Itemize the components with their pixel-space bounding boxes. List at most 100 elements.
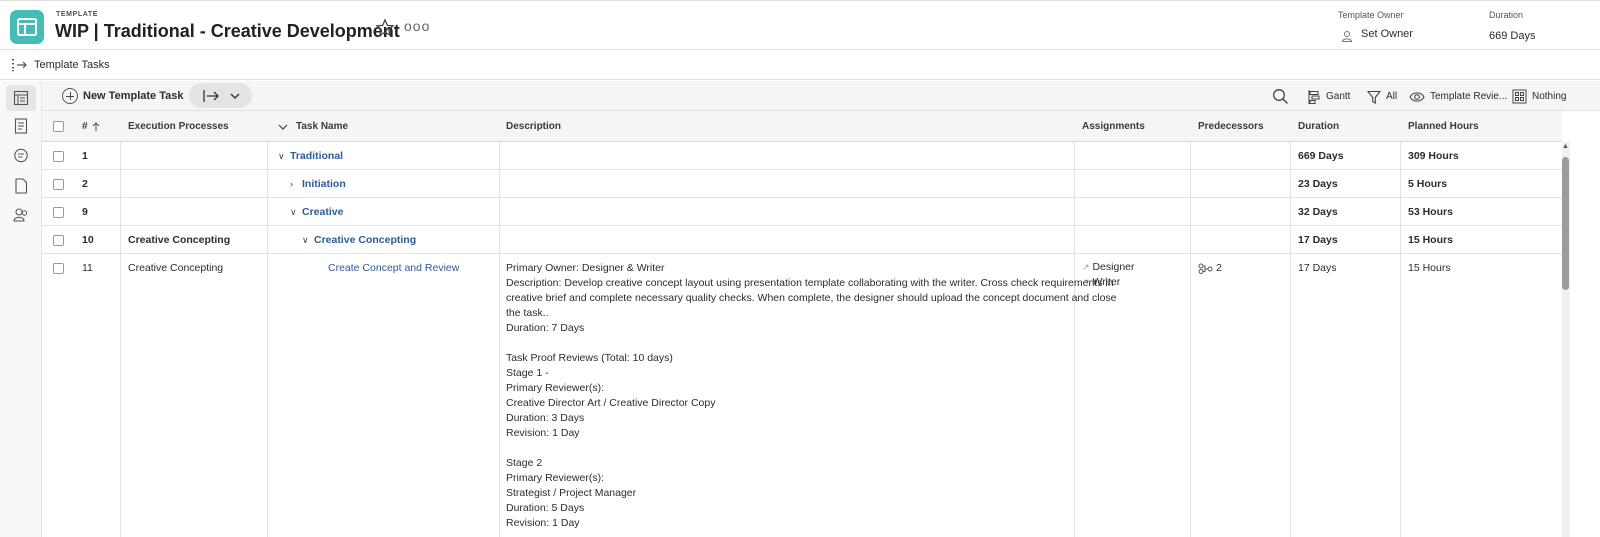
- task-name-cell[interactable]: ∨ Creative Concepting: [302, 234, 416, 246]
- set-owner-link[interactable]: Set Owner: [1361, 28, 1413, 40]
- task-toolbar: New Template Task Gantt All Template Rev…: [42, 81, 1600, 111]
- task-name-link[interactable]: Initiation: [302, 178, 346, 190]
- task-name-link[interactable]: Create Concept and Review: [328, 262, 459, 274]
- chevron-down-icon[interactable]: ∨: [290, 207, 302, 218]
- planned-hours-cell: 5 Hours: [1408, 178, 1448, 190]
- gantt-button[interactable]: Gantt: [1307, 88, 1350, 105]
- page-kicker: TEMPLATE: [56, 11, 99, 18]
- assignment-label: Writer: [1092, 276, 1121, 288]
- rail-people-icon[interactable]: [11, 205, 31, 225]
- owner-icon: [1341, 30, 1353, 42]
- assignment-icon: ↗: [1082, 277, 1090, 287]
- execution-process-cell: Creative Concepting: [128, 234, 231, 246]
- duration-cell: 17 Days: [1298, 234, 1338, 246]
- page-header: TEMPLATE WIP | Traditional - Creative De…: [0, 0, 1600, 50]
- table-header: # Execution Processes Task Name Descript…: [42, 111, 1562, 142]
- rail-tasks-icon[interactable]: [6, 85, 36, 111]
- filter-button[interactable]: All: [1367, 88, 1397, 105]
- row-checkbox[interactable]: [53, 151, 64, 162]
- indent-icon: [202, 89, 219, 102]
- task-name-link[interactable]: Creative: [302, 206, 343, 218]
- execution-process-cell: Creative Concepting: [128, 262, 224, 274]
- row-checkbox[interactable]: [53, 235, 64, 246]
- chevron-down-icon[interactable]: ∨: [302, 235, 314, 246]
- tasks-icon: [11, 58, 28, 72]
- table-row[interactable]: 11 Creative Concepting Create Concept an…: [42, 254, 1562, 537]
- chevron-down-icon: [278, 124, 288, 130]
- gantt-label: Gantt: [1326, 91, 1351, 102]
- tasks-table: # Execution Processes Task Name Descript…: [42, 111, 1562, 537]
- row-number: 9: [82, 206, 88, 218]
- indent-menu-button[interactable]: [189, 83, 252, 108]
- table-row[interactable]: 2 › Initiation 23 Days 5 Hours: [42, 170, 1562, 198]
- task-name-link[interactable]: Creative Concepting: [314, 234, 416, 246]
- column-header-description[interactable]: Description: [506, 111, 561, 142]
- assignment-item[interactable]: ↗ Designer: [1082, 261, 1135, 273]
- search-button[interactable]: [1272, 88, 1289, 105]
- column-header-planned-hours[interactable]: Planned Hours: [1408, 111, 1479, 142]
- row-checkbox[interactable]: [53, 207, 64, 218]
- column-header-predecessors[interactable]: Predecessors: [1198, 111, 1264, 142]
- chevron-right-icon[interactable]: ›: [290, 179, 302, 189]
- predecessor-count: 2: [1216, 262, 1222, 274]
- duration-cell: 32 Days: [1298, 206, 1338, 218]
- grouping-icon: [1512, 89, 1527, 104]
- duration-cell: 669 Days: [1298, 150, 1344, 162]
- table-row[interactable]: 10 Creative Concepting ∨ Creative Concept…: [42, 226, 1562, 254]
- planned-hours-cell: 309 Hours: [1408, 150, 1459, 162]
- column-header-duration[interactable]: Duration: [1298, 111, 1339, 142]
- eye-icon: [1409, 91, 1425, 102]
- select-all-checkbox[interactable]: [53, 121, 64, 132]
- row-number: 2: [82, 178, 88, 190]
- column-header-execution[interactable]: Execution Processes: [128, 111, 229, 142]
- filter-icon: [1367, 90, 1381, 104]
- predecessors-cell[interactable]: 2: [1198, 262, 1222, 274]
- duration-label: Duration: [1489, 10, 1524, 20]
- star-icon[interactable]: [375, 18, 397, 40]
- table-row[interactable]: 1 ∨ Traditional 669 Days 309 Hours: [42, 142, 1562, 170]
- duration-value: 669 Days: [1489, 30, 1536, 42]
- rail-comments-icon[interactable]: [11, 146, 31, 166]
- sort-ascending-icon: [92, 121, 99, 131]
- task-name-cell[interactable]: › Initiation: [290, 178, 346, 190]
- view-label: Template Revie...: [1430, 91, 1508, 102]
- planned-hours-cell: 15 Hours: [1408, 262, 1451, 274]
- page-title[interactable]: WIP | Traditional - Creative Development: [55, 21, 400, 42]
- gantt-icon: [1308, 89, 1320, 104]
- column-header-number[interactable]: #: [82, 111, 101, 142]
- new-template-task-label: New Template Task: [83, 90, 184, 102]
- scrollbar-thumb[interactable]: [1562, 157, 1569, 290]
- row-number: 11: [82, 262, 93, 274]
- row-checkbox[interactable]: [53, 263, 64, 274]
- row-checkbox[interactable]: [53, 179, 64, 190]
- assignment-item[interactable]: ↗ Writer: [1082, 276, 1120, 288]
- grouping-button[interactable]: Nothing: [1512, 88, 1566, 105]
- view-button[interactable]: Template Revie...: [1409, 88, 1507, 105]
- grouping-label: Nothing: [1532, 91, 1567, 102]
- section-header: Template Tasks: [0, 51, 1600, 80]
- rail-documents-icon[interactable]: [11, 176, 31, 196]
- planned-hours-cell: 53 Hours: [1408, 206, 1453, 218]
- assignment-label: Designer: [1092, 261, 1135, 273]
- task-name-cell[interactable]: ∨ Creative: [290, 206, 343, 218]
- table-row[interactable]: 9 ∨ Creative 32 Days 53 Hours: [42, 198, 1562, 226]
- left-rail: [0, 81, 42, 537]
- template-owner-label: Template Owner: [1338, 10, 1404, 20]
- task-name-link[interactable]: Traditional: [290, 150, 343, 162]
- row-number: 10: [82, 234, 94, 246]
- column-header-task-name[interactable]: Task Name: [278, 111, 348, 142]
- task-name-cell[interactable]: ∨ Traditional: [278, 150, 343, 162]
- new-template-task-button[interactable]: New Template Task: [62, 87, 183, 105]
- more-options-button[interactable]: ooo: [404, 18, 429, 38]
- rail-details-icon[interactable]: [11, 116, 31, 136]
- scroll-up-arrow-icon[interactable]: ▲: [1561, 143, 1570, 151]
- plus-icon: [62, 88, 78, 104]
- column-header-assignments[interactable]: Assignments: [1082, 111, 1145, 142]
- chevron-down-icon[interactable]: ∨: [278, 151, 290, 162]
- filter-label: All: [1386, 91, 1398, 102]
- planned-hours-cell: 15 Hours: [1408, 234, 1453, 246]
- template-tasks-title: Template Tasks: [34, 59, 110, 71]
- predecessor-icon: [1198, 263, 1213, 274]
- description-cell: Primary Owner: Designer & Writer Descrip…: [506, 262, 1117, 529]
- row-number: 1: [82, 150, 88, 162]
